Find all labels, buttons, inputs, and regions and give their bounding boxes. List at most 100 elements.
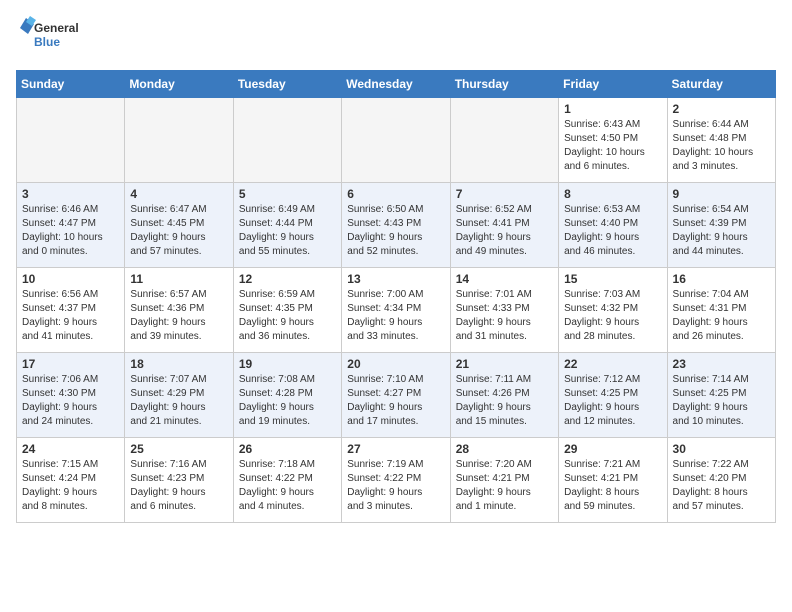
day-info: Sunrise: 7:20 AMSunset: 4:21 PMDaylight:… bbox=[456, 458, 553, 514]
day-number: 18 bbox=[130, 357, 227, 371]
calendar-day: 19Sunrise: 7:08 AMSunset: 4:28 PMDayligh… bbox=[233, 353, 341, 438]
calendar-day bbox=[17, 98, 125, 183]
day-info: Sunrise: 6:52 AMSunset: 4:41 PMDaylight:… bbox=[456, 203, 553, 259]
day-number: 20 bbox=[347, 357, 444, 371]
day-info: Sunrise: 6:56 AMSunset: 4:37 PMDaylight:… bbox=[22, 288, 119, 344]
calendar-day: 17 Sunrise: 7:06 AMSunset: 4:30 PMDayligh… bbox=[17, 353, 125, 438]
day-number: 11 bbox=[130, 272, 227, 286]
day-number: 21 bbox=[456, 357, 553, 371]
day-info: Sunrise: 6:47 AMSunset: 4:45 PMDaylight:… bbox=[130, 203, 227, 259]
day-info: Sunrise: 6:54 AMSunset: 4:39 PMDaylight:… bbox=[673, 203, 770, 259]
day-info: Sunrise: 7:10 AMSunset: 4:27 PMDaylight:… bbox=[347, 373, 444, 429]
day-number: 14 bbox=[456, 272, 553, 286]
weekday-header: Friday bbox=[559, 71, 667, 98]
calendar-week-row: 3 Sunrise: 6:46 AMSunset: 4:47 PMDaylight… bbox=[17, 183, 776, 268]
day-number: 10 bbox=[22, 272, 119, 286]
day-info: Sunrise: 7:22 AMSunset: 4:20 PMDaylight:… bbox=[673, 458, 770, 514]
calendar-day: 7 Sunrise: 6:52 AMSunset: 4:41 PMDaylight… bbox=[450, 183, 558, 268]
day-number: 13 bbox=[347, 272, 444, 286]
calendar-day: 28 Sunrise: 7:20 AMSunset: 4:21 PMDayligh… bbox=[450, 438, 558, 523]
calendar-day: 11 Sunrise: 6:57 AMSunset: 4:36 PMDayligh… bbox=[125, 268, 233, 353]
day-number: 4 bbox=[130, 187, 227, 201]
calendar-day: 29 Sunrise: 7:21 AMSunset: 4:21 PMDayligh… bbox=[559, 438, 667, 523]
day-info: Sunrise: 6:46 AMSunset: 4:47 PMDaylight:… bbox=[22, 203, 119, 259]
day-info: Sunrise: 7:03 AMSunset: 4:32 PMDaylight:… bbox=[564, 288, 661, 344]
day-number: 8 bbox=[564, 187, 661, 201]
calendar-day: 16 Sunrise: 7:04 AMSunset: 4:31 PMDayligh… bbox=[667, 268, 775, 353]
calendar-day: 24 Sunrise: 7:15 AMSunset: 4:24 PMDayligh… bbox=[17, 438, 125, 523]
day-number: 1 bbox=[564, 102, 661, 116]
calendar-day: 6 Sunrise: 6:50 AMSunset: 4:43 PMDaylight… bbox=[342, 183, 450, 268]
weekday-header: Thursday bbox=[450, 71, 558, 98]
day-number: 25 bbox=[130, 442, 227, 456]
calendar-day: 10 Sunrise: 6:56 AMSunset: 4:37 PMDayligh… bbox=[17, 268, 125, 353]
weekday-header: Sunday bbox=[17, 71, 125, 98]
day-number: 2 bbox=[673, 102, 770, 116]
day-number: 15 bbox=[564, 272, 661, 286]
weekday-header: Saturday bbox=[667, 71, 775, 98]
calendar-day: 25 Sunrise: 7:16 AMSunset: 4:23 PMDayligh… bbox=[125, 438, 233, 523]
day-info: Sunrise: 6:59 AMSunset: 4:35 PMDaylight:… bbox=[239, 288, 336, 344]
day-info: Sunrise: 7:04 AMSunset: 4:31 PMDaylight:… bbox=[673, 288, 770, 344]
calendar-day: 27 Sunrise: 7:19 AMSunset: 4:22 PMDayligh… bbox=[342, 438, 450, 523]
day-number: 27 bbox=[347, 442, 444, 456]
day-info: Sunrise: 7:16 AMSunset: 4:23 PMDaylight:… bbox=[130, 458, 227, 514]
day-number: 29 bbox=[564, 442, 661, 456]
day-number: 23 bbox=[673, 357, 770, 371]
day-info: Sunrise: 7:06 AMSunset: 4:30 PMDaylight:… bbox=[22, 373, 119, 429]
day-info: Sunrise: 7:18 AMSunset: 4:22 PMDaylight:… bbox=[239, 458, 336, 514]
day-info: Sunrise: 7:19 AMSunset: 4:22 PMDaylight:… bbox=[347, 458, 444, 514]
calendar-day: 4 Sunrise: 6:47 AMSunset: 4:45 PMDaylight… bbox=[125, 183, 233, 268]
day-info: Sunrise: 6:43 AMSunset: 4:50 PMDaylight:… bbox=[564, 118, 661, 174]
svg-text:General: General bbox=[34, 21, 79, 35]
weekday-header: Tuesday bbox=[233, 71, 341, 98]
day-info: Sunrise: 7:12 AMSunset: 4:25 PMDaylight:… bbox=[564, 373, 661, 429]
day-info: Sunrise: 7:00 AMSunset: 4:34 PMDaylight:… bbox=[347, 288, 444, 344]
calendar-day: 9 Sunrise: 6:54 AMSunset: 4:39 PMDaylight… bbox=[667, 183, 775, 268]
calendar-day bbox=[233, 98, 341, 183]
weekday-header-row: SundayMondayTuesdayWednesdayThursdayFrid… bbox=[17, 71, 776, 98]
day-number: 7 bbox=[456, 187, 553, 201]
calendar-day: 3 Sunrise: 6:46 AMSunset: 4:47 PMDaylight… bbox=[17, 183, 125, 268]
calendar-day bbox=[342, 98, 450, 183]
logo: General Blue bbox=[16, 16, 86, 58]
calendar-table: SundayMondayTuesdayWednesdayThursdayFrid… bbox=[16, 70, 776, 523]
calendar-week-row: 24 Sunrise: 7:15 AMSunset: 4:24 PMDayligh… bbox=[17, 438, 776, 523]
day-number: 3 bbox=[22, 187, 119, 201]
calendar-day: 26 Sunrise: 7:18 AMSunset: 4:22 PMDayligh… bbox=[233, 438, 341, 523]
day-number: 24 bbox=[22, 442, 119, 456]
day-number: 12 bbox=[239, 272, 336, 286]
day-info: Sunrise: 6:57 AMSunset: 4:36 PMDaylight:… bbox=[130, 288, 227, 344]
day-info: Sunrise: 6:50 AMSunset: 4:43 PMDaylight:… bbox=[347, 203, 444, 259]
calendar-day bbox=[125, 98, 233, 183]
calendar-day: 14 Sunrise: 7:01 AMSunset: 4:33 PMDayligh… bbox=[450, 268, 558, 353]
logo-svg: General Blue bbox=[16, 16, 86, 58]
calendar-week-row: 10 Sunrise: 6:56 AMSunset: 4:37 PMDayligh… bbox=[17, 268, 776, 353]
day-number: 5 bbox=[239, 187, 336, 201]
day-number: 30 bbox=[673, 442, 770, 456]
day-info: Sunrise: 6:53 AMSunset: 4:40 PMDaylight:… bbox=[564, 203, 661, 259]
day-info: Sunrise: 7:01 AMSunset: 4:33 PMDaylight:… bbox=[456, 288, 553, 344]
day-info: Sunrise: 7:15 AMSunset: 4:24 PMDaylight:… bbox=[22, 458, 119, 514]
day-number: 22 bbox=[564, 357, 661, 371]
day-number: 19 bbox=[239, 357, 336, 371]
calendar-day: 12 Sunrise: 6:59 AMSunset: 4:35 PMDayligh… bbox=[233, 268, 341, 353]
day-number: 17 bbox=[22, 357, 119, 371]
day-info: Sunrise: 7:21 AMSunset: 4:21 PMDaylight:… bbox=[564, 458, 661, 514]
day-info: Sunrise: 7:07 AMSunset: 4:29 PMDaylight:… bbox=[130, 373, 227, 429]
calendar-week-row: 1 Sunrise: 6:43 AMSunset: 4:50 PMDaylight… bbox=[17, 98, 776, 183]
day-info: Sunrise: 6:44 AMSunset: 4:48 PMDaylight:… bbox=[673, 118, 770, 174]
calendar-day: 30 Sunrise: 7:22 AMSunset: 4:20 PMDayligh… bbox=[667, 438, 775, 523]
calendar-day bbox=[450, 98, 558, 183]
day-number: 28 bbox=[456, 442, 553, 456]
day-number: 9 bbox=[673, 187, 770, 201]
calendar-week-row: 17 Sunrise: 7:06 AMSunset: 4:30 PMDayligh… bbox=[17, 353, 776, 438]
day-info: Sunrise: 6:49 AMSunset: 4:44 PMDaylight:… bbox=[239, 203, 336, 259]
day-number: 16 bbox=[673, 272, 770, 286]
day-number: 6 bbox=[347, 187, 444, 201]
day-info: Sunrise: 7:11 AMSunset: 4:26 PMDaylight:… bbox=[456, 373, 553, 429]
page-header: General Blue bbox=[16, 16, 776, 58]
day-number: 26 bbox=[239, 442, 336, 456]
calendar-day: 23Sunrise: 7:14 AMSunset: 4:25 PMDayligh… bbox=[667, 353, 775, 438]
calendar-day: 1 Sunrise: 6:43 AMSunset: 4:50 PMDaylight… bbox=[559, 98, 667, 183]
